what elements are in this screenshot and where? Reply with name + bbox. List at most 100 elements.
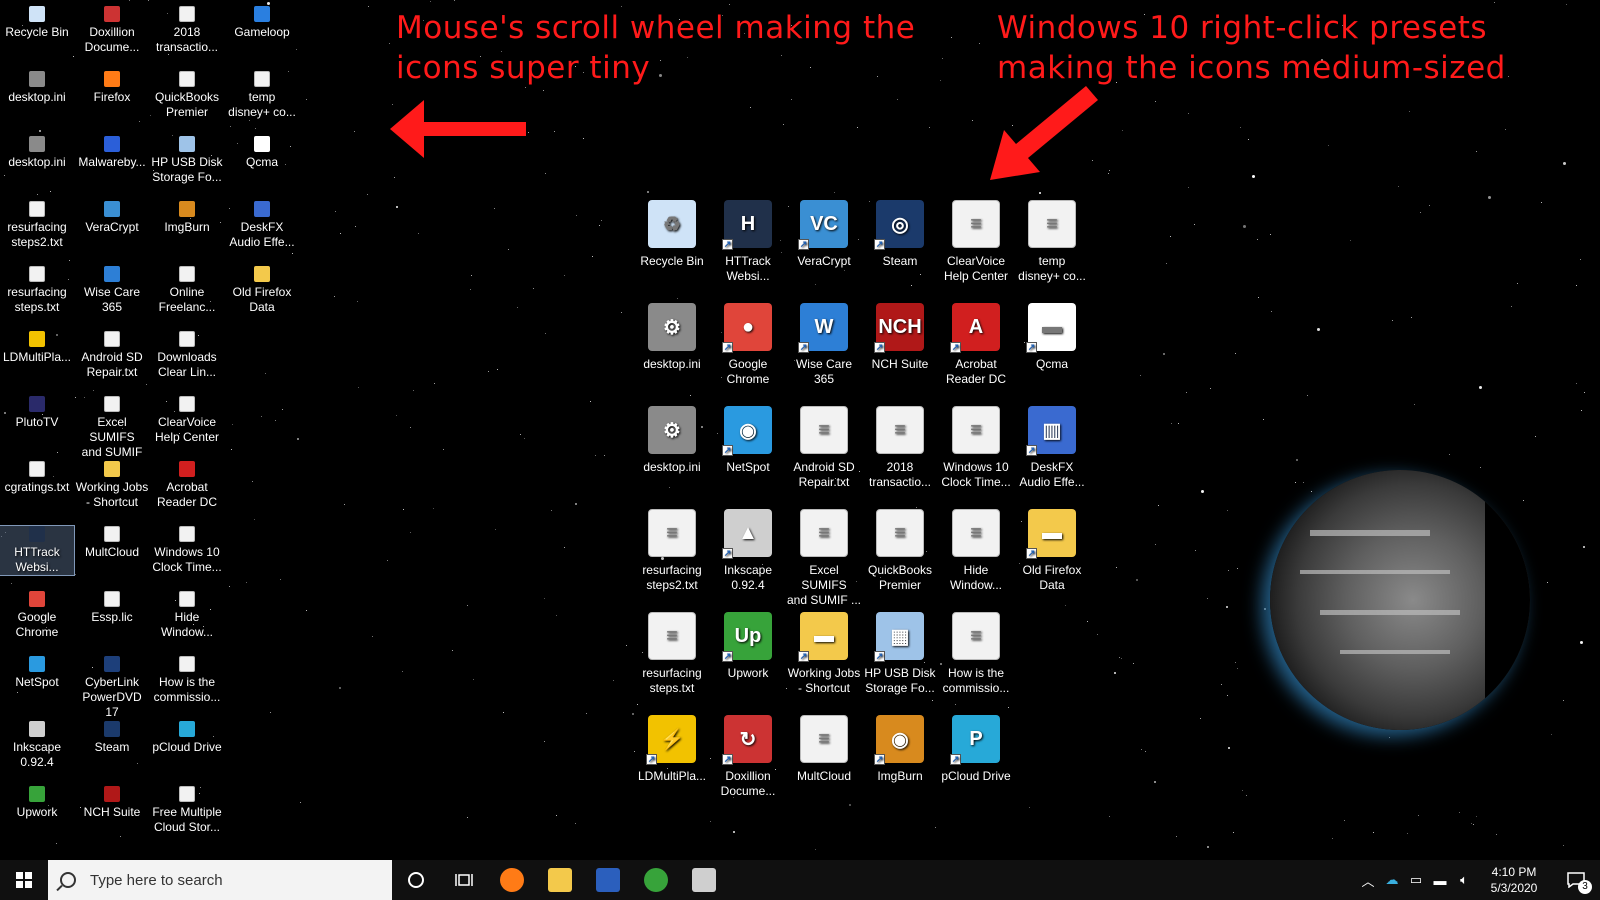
desktop-icon-text-file[interactable]: ≡ Excel SUMIFS and SUMIF ... xyxy=(786,509,862,608)
desktop-icon-text-file[interactable]: ≡ resurfacing steps.txt xyxy=(634,612,710,696)
desktop-icon-text-file[interactable]: cgratings.txt xyxy=(0,461,74,495)
desktop-icon-ldmultiplayer[interactable]: ⚡ ↗ LDMultiPla... xyxy=(634,715,710,784)
star xyxy=(1235,353,1236,354)
desktop-icon-netspot[interactable]: NetSpot xyxy=(0,656,74,690)
folder-icon: ▬ ↗ xyxy=(1026,509,1076,559)
desktop-icon-netspot[interactable]: ◉ ↗ NetSpot xyxy=(710,406,786,475)
desktop-icon-hp-usb[interactable]: HP USB Disk Storage Fo... xyxy=(150,136,224,185)
desktop-icon-folder[interactable]: Working Jobs - Shortcut xyxy=(75,461,149,510)
desktop-icon-chrome[interactable]: Google Chrome xyxy=(0,591,74,640)
desktop-icon-folder[interactable]: ▬ ↗ Working Jobs - Shortcut xyxy=(786,612,862,696)
desktop-icon-text-file[interactable]: resurfacing steps.txt xyxy=(0,266,74,315)
taskbar-app-inkscape[interactable] xyxy=(680,860,728,900)
battery-icon[interactable]: ▬ xyxy=(1428,860,1452,900)
desktop-icon-folder[interactable]: Old Firefox Data xyxy=(225,266,299,315)
desktop-icon-text-file[interactable]: temp disney+ co... xyxy=(225,71,299,120)
desktop-icon-deskfx[interactable]: DeskFX Audio Effe... xyxy=(225,201,299,250)
desktop-icon-text-file[interactable]: ≡ resurfacing steps2.txt xyxy=(634,509,710,593)
show-hidden-icons-chevron-icon[interactable]: ︿ xyxy=(1356,860,1380,900)
desktop-icon-doxillion[interactable]: Doxillion Docume... xyxy=(75,6,149,55)
desktop-icon-pcloud[interactable]: pCloud Drive xyxy=(150,721,224,755)
desktop-icon-text-file[interactable]: ≡ MultCloud xyxy=(786,715,862,784)
desktop-icon-settings-file[interactable]: ⚙ desktop.ini xyxy=(634,406,710,475)
desktop-icon-text-file[interactable]: ClearVoice Help Center xyxy=(150,396,224,445)
desktop-icon-settings-file[interactable]: desktop.ini xyxy=(0,71,74,105)
annotation-right-line2: making the icons medium-sized xyxy=(997,50,1506,86)
desktop-icon-settings-file[interactable]: desktop.ini xyxy=(0,136,74,170)
desktop-icon-text-file[interactable]: ≡ Windows 10 Clock Time... xyxy=(938,406,1014,490)
desktop-icon-veracrypt[interactable]: VC ↗ VeraCrypt xyxy=(786,200,862,269)
desktop-icon-acrobat[interactable]: A ↗ Acrobat Reader DC xyxy=(938,303,1014,387)
taskbar-search-box[interactable]: Type here to search xyxy=(48,860,392,900)
desktop-icon-text-file[interactable]: Windows 10 Clock Time... xyxy=(150,526,224,575)
desktop-icon-inkscape[interactable]: Inkscape 0.92.4 xyxy=(0,721,74,770)
taskbar-app-word[interactable] xyxy=(584,860,632,900)
desktop-icon-upwork[interactable]: Upwork xyxy=(0,786,74,820)
desktop-icon-httrack[interactable]: HTTrack Websi... xyxy=(0,525,75,576)
task-view-button[interactable] xyxy=(440,860,488,900)
desktop-icon-chrome[interactable]: ● ↗ Google Chrome xyxy=(710,303,786,387)
desktop-icon-text-file[interactable]: Hide Window... xyxy=(150,591,224,640)
desktop-icon-text-file[interactable]: MultCloud xyxy=(75,526,149,560)
desktop-icon-text-file[interactable]: QuickBooks Premier xyxy=(150,71,224,120)
desktop-icon-ldmultiplayer[interactable]: LDMultiPla... xyxy=(0,331,74,365)
desktop-icon-text-file[interactable]: 2018 transactio... xyxy=(150,6,224,55)
star xyxy=(467,817,468,818)
start-button[interactable] xyxy=(0,860,48,900)
desktop-icon-steam[interactable]: ◎ ↗ Steam xyxy=(862,200,938,269)
taskbar-app-file-explorer[interactable] xyxy=(536,860,584,900)
desktop-icon-text-file[interactable]: Free Multiple Cloud Stor... xyxy=(150,786,224,835)
desktop-icon-powerdvd[interactable]: CyberLink PowerDVD 17 xyxy=(75,656,149,720)
desktop-icon-malwarebytes[interactable]: Malwareby... xyxy=(75,136,149,170)
taskbar-app-firefox[interactable] xyxy=(488,860,536,900)
desktop-icon-inkscape[interactable]: ▲ ↗ Inkscape 0.92.4 xyxy=(710,509,786,593)
cortana-button[interactable] xyxy=(392,860,440,900)
desktop-icon-text-file[interactable]: Online Freelanc... xyxy=(150,266,224,315)
desktop-icon-text-file[interactable]: resurfacing steps2.txt xyxy=(0,201,74,250)
desktop-icon-text-file[interactable]: ≡ Hide Window... xyxy=(938,509,1014,593)
desktop-icon-steam[interactable]: Steam xyxy=(75,721,149,755)
desktop-icon-text-file[interactable]: Android SD Repair.txt xyxy=(75,331,149,380)
desktop-icon-text-file[interactable]: ≡ ClearVoice Help Center xyxy=(938,200,1014,284)
network-icon[interactable]: ▭ xyxy=(1404,860,1428,900)
clock[interactable]: 4:10 PM 5/3/2020 xyxy=(1476,864,1552,896)
desktop-icon-text-file[interactable]: ≡ temp disney+ co... xyxy=(1014,200,1090,284)
action-center-button[interactable]: 3 xyxy=(1552,860,1600,900)
desktop-icon-nch[interactable]: NCH Suite xyxy=(75,786,149,820)
desktop-icon-text-file[interactable]: Downloads Clear Lin... xyxy=(150,331,224,380)
taskbar-app-upwork[interactable] xyxy=(632,860,680,900)
desktop-icon-imgburn[interactable]: ◉ ↗ ImgBurn xyxy=(862,715,938,784)
desktop-icon-gameloop[interactable]: Gameloop xyxy=(225,6,299,40)
desktop-icon-qcma[interactable]: Qcma xyxy=(225,136,299,170)
desktop-icon-imgburn[interactable]: ImgBurn xyxy=(150,201,224,235)
desktop-icon-settings-file[interactable]: ⚙ desktop.ini xyxy=(634,303,710,372)
desktop-icon-upwork[interactable]: Up ↗ Upwork xyxy=(710,612,786,681)
desktop-icon-recycle-bin[interactable]: Recycle Bin xyxy=(0,6,74,40)
volume-icon[interactable]: 🔈︎ xyxy=(1452,860,1476,900)
onedrive-cloud-icon[interactable]: ☁ xyxy=(1380,860,1404,900)
star xyxy=(1317,328,1320,331)
desktop-icon-httrack[interactable]: H ↗ HTTrack Websi... xyxy=(710,200,786,284)
desktop-icon-folder[interactable]: ▬ ↗ Old Firefox Data xyxy=(1014,509,1090,593)
desktop-icon-recycle-bin[interactable]: ♻ Recycle Bin xyxy=(634,200,710,269)
text-file-icon: ≡ xyxy=(648,612,696,660)
desktop-icon-plutotv[interactable]: PlutoTV xyxy=(0,396,74,430)
desktop-icon-qcma[interactable]: ▬ ↗ Qcma xyxy=(1014,303,1090,372)
cortana-icon xyxy=(408,872,424,888)
desktop-icon-firefox[interactable]: Firefox xyxy=(75,71,149,105)
desktop-icon-hp-usb[interactable]: ▦ ↗ HP USB Disk Storage Fo... xyxy=(862,612,938,696)
desktop-icon-deskfx[interactable]: ▥ ↗ DeskFX Audio Effe... xyxy=(1014,406,1090,490)
desktop-icon-text-file[interactable]: ≡ 2018 transactio... xyxy=(862,406,938,490)
desktop-icon-text-file[interactable]: How is the commissio... xyxy=(150,656,224,705)
desktop-icon-text-file[interactable]: ≡ QuickBooks Premier xyxy=(862,509,938,593)
desktop-icon-doxillion[interactable]: ↻ ↗ Doxillion Docume... xyxy=(710,715,786,799)
desktop-icon-pcloud[interactable]: P ↗ pCloud Drive xyxy=(938,715,1014,784)
desktop-icon-text-file[interactable]: Essp.lic xyxy=(75,591,149,625)
desktop-icon-text-file[interactable]: ≡ Android SD Repair.txt xyxy=(786,406,862,490)
desktop-icon-acrobat[interactable]: Acrobat Reader DC xyxy=(150,461,224,510)
desktop-icon-text-file[interactable]: ≡ How is the commissio... xyxy=(938,612,1014,696)
desktop-icon-veracrypt[interactable]: VeraCrypt xyxy=(75,201,149,235)
desktop-icon-wisecare[interactable]: Wise Care 365 xyxy=(75,266,149,315)
desktop-icon-nch[interactable]: NCH ↗ NCH Suite xyxy=(862,303,938,372)
desktop-icon-wisecare[interactable]: W ↗ Wise Care 365 xyxy=(786,303,862,387)
